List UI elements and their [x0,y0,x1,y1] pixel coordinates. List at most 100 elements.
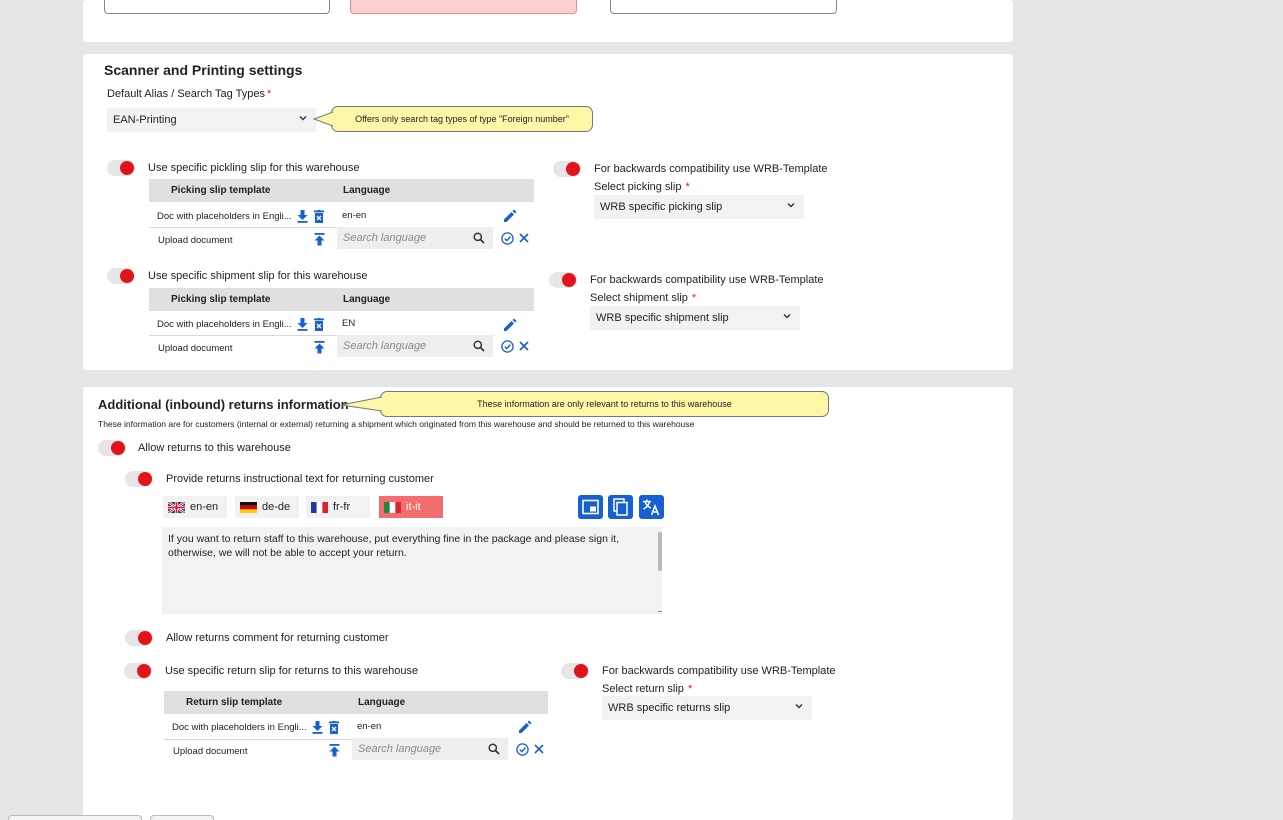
required-mark: * [266,88,272,100]
confirm-icon[interactable] [501,340,514,353]
shipment-select-value: WRB specific shipment slip [596,312,729,324]
footer-button-2[interactable] [150,815,214,820]
resize-handle[interactable] [658,608,662,612]
close-icon[interactable] [534,744,544,754]
confirm-icon[interactable] [516,743,529,756]
previous-input-1[interactable] [104,0,330,14]
delete-icon[interactable] [314,318,324,331]
picking-upload-label[interactable]: Upload document [158,235,232,246]
toggle-knob [138,472,152,486]
shipment-language-search[interactable]: Search language [337,335,493,357]
required-mark: * [687,683,693,695]
close-icon[interactable] [519,233,529,243]
download-icon[interactable] [297,318,308,331]
return-doc-language: en-en [357,721,382,732]
lang-tab-label: it-it [406,501,421,513]
toggle-knob [562,273,576,287]
picking-compat-label: For backwards compatibility use WRB-Temp… [594,163,828,175]
shipment-slip-select[interactable]: WRB specific shipment slip [590,306,800,330]
picking-slip-toggle[interactable] [107,160,135,176]
delete-icon[interactable] [314,210,324,223]
picking-select-label: Select picking slip * [594,181,690,193]
close-icon[interactable] [519,341,529,351]
shipment-col-language: Language [343,294,391,305]
picking-col-language: Language [343,185,391,196]
required-mark: * [691,292,697,304]
search-icon[interactable] [473,340,485,352]
picking-language-search[interactable]: Search language [337,227,493,249]
shipment-slip-toggle-label: Use specific shipment slip for this ware… [148,270,368,282]
uk-flag-icon [168,501,185,513]
return-slip-select[interactable]: WRB specific returns slip [602,696,812,720]
allow-returns-label: Allow returns to this warehouse [138,442,291,454]
shipment-compat-toggle[interactable] [549,272,577,288]
previous-settings-card [83,0,1013,42]
shipment-select-label-text: Select shipment slip [590,292,688,304]
returns-comment-toggle[interactable] [125,630,153,646]
toggle-knob [574,664,588,678]
lang-tab-label: en-en [190,501,219,513]
france-flag-icon [311,501,328,513]
upload-icon[interactable] [314,233,325,246]
edit-icon[interactable] [504,209,517,222]
preview-button[interactable] [578,495,603,519]
lang-tab-fr-fr[interactable]: fr-fr [306,496,370,518]
picking-col-template: Picking slip template [171,185,271,196]
copy-button[interactable] [608,495,633,519]
instructional-text-toggle[interactable] [125,471,153,487]
download-icon[interactable] [297,210,308,223]
translate-button[interactable] [639,495,664,519]
return-compat-label: For backwards compatibility use WRB-Temp… [602,665,836,677]
returns-card: Additional (inbound) returns information… [83,387,1013,820]
toggle-knob [137,664,151,678]
footer-button-1[interactable] [8,815,142,820]
download-icon[interactable] [312,721,323,734]
picking-table-header: Picking slip template Language [149,179,534,202]
search-icon[interactable] [473,232,485,244]
return-language-search[interactable]: Search language [352,738,508,760]
returns-comment-label: Allow returns comment for returning cust… [166,632,389,644]
return-col-template: Return slip template [186,697,283,708]
chevron-down-icon [787,203,795,208]
tooltip-tail [340,396,383,412]
lang-tab-de-de[interactable]: de-de [235,496,299,518]
alias-select-value: EAN-Printing [113,114,177,126]
return-slip-table-header: Return slip template Language [164,691,548,714]
textarea-scrollbar[interactable] [658,532,662,571]
instructional-text-label: Provide returns instructional text for r… [166,473,434,485]
shipment-compat-label: For backwards compatibility use WRB-Temp… [590,274,824,286]
upload-icon[interactable] [329,744,340,757]
instruction-textarea[interactable]: If you want to return staff to this ware… [162,527,662,614]
lang-tab-it-it[interactable]: it-it [379,496,443,518]
previous-input-3[interactable] [610,0,837,14]
confirm-icon[interactable] [501,232,514,245]
return-slip-toggle-label: Use specific return slip for returns to … [165,665,419,677]
tooltip-tail [312,111,334,127]
edit-icon[interactable] [519,720,532,733]
allow-returns-toggle[interactable] [98,440,126,456]
picking-compat-toggle[interactable] [553,161,581,177]
chevron-down-icon [299,116,307,121]
shipment-slip-toggle[interactable] [107,268,135,284]
shipment-upload-label[interactable]: Upload document [158,343,232,354]
shipment-doc-language: EN [342,318,356,329]
picking-slip-select[interactable]: WRB specific picking slip [594,195,804,219]
lang-tab-en-en[interactable]: en-en [163,496,227,518]
edit-icon[interactable] [504,318,517,331]
returns-tooltip: These information are only relevant to r… [340,391,829,417]
toggle-knob [111,441,125,455]
shipment-col-template: Picking slip template [171,294,271,305]
previous-input-2[interactable] [350,0,577,14]
delete-icon[interactable] [329,721,339,734]
lang-tab-label: de-de [262,501,291,513]
toggle-knob [566,162,580,176]
return-compat-toggle[interactable] [561,663,589,679]
upload-icon[interactable] [314,341,325,354]
return-slip-toggle[interactable] [124,663,152,679]
copy-icon [613,498,628,516]
return-upload-label[interactable]: Upload document [173,746,247,757]
italy-flag-icon [384,501,401,513]
alias-select[interactable]: EAN-Printing [107,108,316,132]
translate-icon [643,499,660,516]
search-icon[interactable] [488,743,500,755]
